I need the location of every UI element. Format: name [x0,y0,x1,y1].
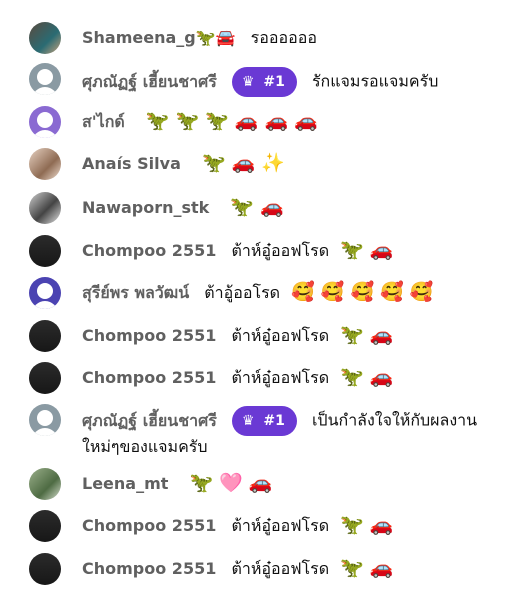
author-name[interactable]: Chompoo 2551 [82,241,216,260]
avatar[interactable] [29,106,61,138]
author-name[interactable]: Chompoo 2551 [82,516,216,535]
person-icon [32,283,58,309]
avatar[interactable] [29,22,61,54]
avatar[interactable] [29,320,61,352]
avatar[interactable] [29,468,61,500]
badge-rank: #1 [263,74,285,90]
message-emojis: 🦖🚗✨ [201,152,291,174]
avatar[interactable] [29,362,61,394]
message-text: รักแจมรอแจมครับ [311,71,439,91]
message-emojis: 🦖🚗 [340,366,400,388]
message-emojis: 🦖🚗 [340,324,400,346]
person-icon [32,69,58,95]
message-text: รออออออ [250,28,317,47]
avatar[interactable] [29,404,61,436]
author-name[interactable]: Chompoo 2551 [82,368,216,387]
author-name[interactable]: ศุภณัฏฐ์ เฮี้ยนชาศรี [82,72,217,91]
avatar[interactable] [29,148,61,180]
author-name[interactable]: Chompoo 2551 [82,559,216,578]
crown-icon: ♛ [241,74,255,90]
author-name[interactable]: Anaís Silva [82,154,181,173]
author-name[interactable]: สุรีย์พร พลวัฒน์ [82,283,189,302]
message-text: ต้าห์อู๋ออฟโรด [231,241,330,260]
message-emojis: 🦖🚗 [340,514,400,536]
avatar[interactable] [29,63,61,95]
person-icon [32,112,58,138]
message-emojis: 🦖🚗 [340,239,400,261]
person-icon [32,410,58,436]
author-name[interactable]: Leena_mt [82,474,168,493]
live-chat-panel: Shameena_g🦖🚘 รออออออ ศุภณัฏฐ์ เฮี้ยนชาศร… [0,0,532,602]
message-text: ต้าห์อู๋ออฟโรด [231,368,330,387]
avatar[interactable] [29,192,61,224]
message-text: ต้าห์อู๋ออฟโรด [231,559,330,578]
message-emojis: 🥰🥰🥰🥰🥰 [291,281,440,303]
author-name[interactable]: Shameena_g🦖🚘 [82,28,236,47]
avatar[interactable] [29,235,61,267]
crown-icon: ♛ [241,413,255,429]
membership-badge: ♛ #1 [231,67,297,97]
message-emojis: 🦖🦖🦖🚗🚗🚗 [145,110,324,132]
author-name[interactable]: Nawaporn_stk [82,198,209,217]
avatar[interactable] [29,277,61,309]
message-emojis: 🦖🚗 [230,196,290,218]
message-text: ต้าห์อู๋ออฟโรด [231,516,330,535]
avatar[interactable] [29,510,61,542]
message-emojis: 🦖🩷🚗 [189,472,279,494]
badge-rank: #1 [263,413,285,429]
author-name[interactable]: ศุภณัฏฐ์ เฮี้ยนชาศรี [82,411,217,430]
message-text: ต้าอู้ออโรด [204,283,281,302]
message-text: ต้าห์อู๋ออฟโรด [231,326,330,345]
membership-badge: ♛ #1 [231,406,297,436]
avatar[interactable] [29,553,61,585]
author-name[interactable]: Chompoo 2551 [82,326,216,345]
message-emojis: 🦖🚗 [340,557,400,579]
author-name[interactable]: ส'ไกด์ [82,112,125,131]
